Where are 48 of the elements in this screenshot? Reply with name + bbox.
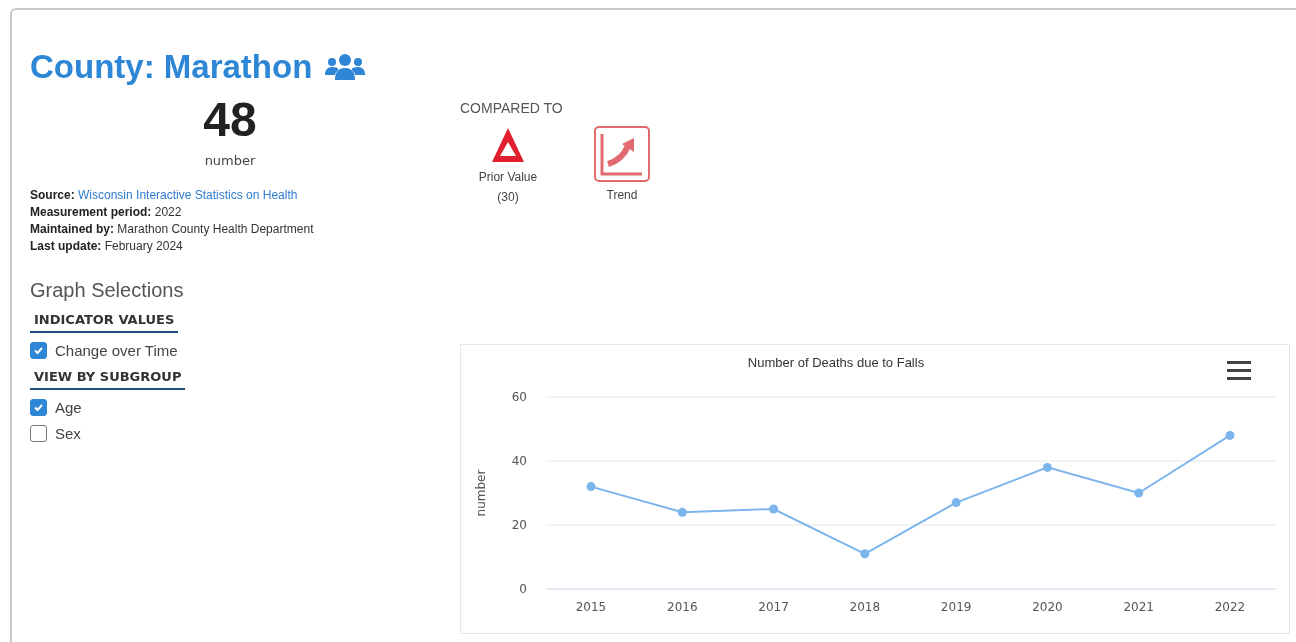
axis-label: 0 xyxy=(519,582,527,596)
detail-line: Measurement period: 2022 xyxy=(30,205,183,219)
page-title: County: Marathon xyxy=(30,48,313,86)
group-heading: INDICATOR VALUES xyxy=(30,308,179,333)
axis-label: 2017 xyxy=(758,600,789,614)
section-title: Graph Selections xyxy=(30,279,185,302)
axis-label: 2015 xyxy=(575,600,607,614)
chart-title: Number of Deaths due to Falls xyxy=(747,355,925,370)
triangle-icon xyxy=(490,126,526,164)
data-point xyxy=(586,482,596,492)
detail-line: Maintained by: Marathon County Health Department xyxy=(30,222,315,236)
comparison-label: Prior Value xyxy=(478,170,538,184)
axis-label: 2021 xyxy=(1123,600,1154,614)
checkbox[interactable] xyxy=(30,425,47,442)
group-heading: VIEW BY SUBGROUP xyxy=(30,365,186,390)
check-icon xyxy=(33,402,44,413)
detail-line: Source: Wisconsin Interactive Statistics on Health xyxy=(30,188,299,202)
data-point xyxy=(1225,430,1235,440)
option-label: Age xyxy=(55,399,82,416)
data-point xyxy=(1042,462,1052,472)
axis-label: 2018 xyxy=(849,600,881,614)
check-icon xyxy=(33,345,44,356)
comparison-label: Trend xyxy=(606,188,638,202)
comparison-value: (30) xyxy=(497,190,519,204)
compared-heading: COMPARED TO xyxy=(460,100,564,116)
detail-line: Last update: February 2024 xyxy=(30,239,184,253)
checkbox[interactable] xyxy=(30,342,47,359)
data-point xyxy=(860,549,870,559)
axis-label: 40 xyxy=(511,454,527,468)
axis-label: 2020 xyxy=(1032,600,1063,614)
indicator-value: 48 xyxy=(202,92,258,147)
source-link[interactable]: Wisconsin Interactive Statistics on Health xyxy=(78,188,298,202)
option-label: Sex xyxy=(55,425,81,442)
data-point xyxy=(1134,488,1144,498)
axis-label: 2022 xyxy=(1214,600,1246,614)
data-point xyxy=(677,507,687,517)
axis-label: 2019 xyxy=(940,600,972,614)
value-unit: number xyxy=(203,153,257,168)
menu-icon[interactable] xyxy=(1227,361,1251,380)
people-group-icon xyxy=(324,53,367,81)
axis-label: 20 xyxy=(511,518,527,532)
axis-title: number xyxy=(474,469,488,517)
option-label: Change over Time xyxy=(55,342,178,359)
checkbox[interactable] xyxy=(30,399,47,416)
data-point xyxy=(769,504,779,514)
data-point xyxy=(951,498,961,508)
axis-label: 2016 xyxy=(667,600,698,614)
axis-label: 60 xyxy=(511,390,527,404)
